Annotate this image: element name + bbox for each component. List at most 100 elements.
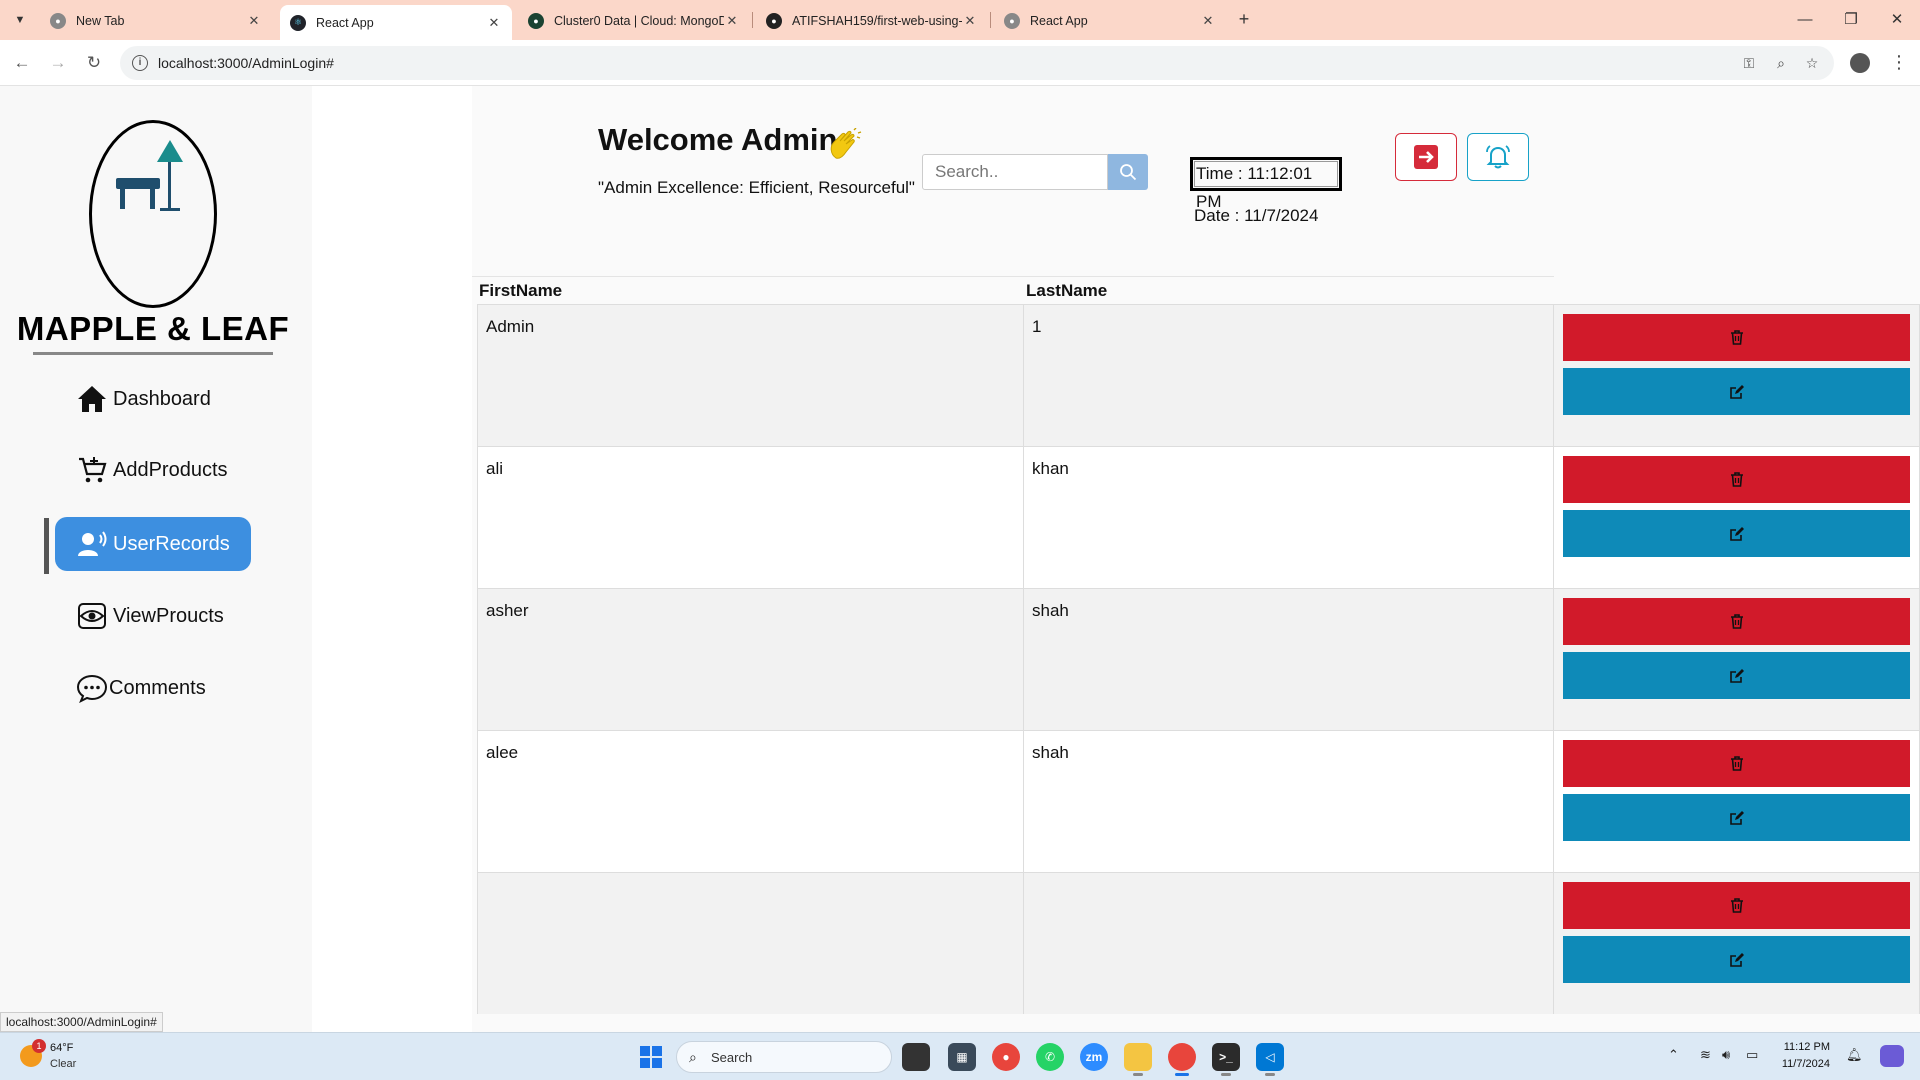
wifi-icon[interactable]: ≋ xyxy=(1700,1047,1711,1063)
taskbar-search[interactable]: ⌕ Search xyxy=(676,1041,892,1073)
sidebar-item-userrecords[interactable]: UserRecords xyxy=(55,517,251,571)
minimize-icon[interactable]: — xyxy=(1782,8,1828,32)
clock-time: Time : 11:12:01 PM xyxy=(1190,157,1342,211)
whatsapp-icon[interactable]: ✆ xyxy=(1036,1043,1064,1071)
sidebar-item-viewproducts[interactable]: ViewProucts xyxy=(55,589,251,643)
logo-lamp-base xyxy=(160,208,180,211)
delete-button[interactable] xyxy=(1563,882,1910,929)
delete-button[interactable] xyxy=(1563,598,1910,645)
logo-table-leg xyxy=(150,189,155,209)
sidebar-item-dashboard[interactable]: Dashboard xyxy=(55,372,251,426)
trash-icon xyxy=(1730,330,1743,345)
tab-close-icon[interactable]: ✕ xyxy=(1200,13,1216,29)
browser-tab-active[interactable]: ⚛ React App ✕ xyxy=(280,5,512,40)
cell-actions xyxy=(1554,730,1920,872)
system-clock-time[interactable]: 11:12 PM xyxy=(1780,1041,1830,1053)
cell-actions xyxy=(1554,872,1920,1014)
trash-icon xyxy=(1730,614,1743,629)
tab-separator xyxy=(752,12,753,28)
zoom-icon[interactable]: ⌕ xyxy=(1772,54,1790,72)
sidebar-item-label: Comments xyxy=(109,676,206,699)
volume-icon[interactable]: 🔊︎ xyxy=(1722,1047,1730,1063)
cell-lastname: shah xyxy=(1024,730,1554,872)
chrome-active-icon[interactable] xyxy=(1168,1043,1196,1076)
tab-close-icon[interactable]: ✕ xyxy=(486,15,502,31)
url-omnibox[interactable]: i localhost:3000/AdminLogin# ⚿ ⌕ ☆ xyxy=(120,46,1834,80)
delete-button[interactable] xyxy=(1563,740,1910,787)
zoom-app-icon[interactable]: zm xyxy=(1080,1043,1108,1071)
tab-title: React App xyxy=(316,15,374,30)
edit-icon xyxy=(1729,526,1744,541)
brand-title: MAPPLE & LEAF xyxy=(16,310,290,347)
url-text[interactable]: localhost:3000/AdminLogin# xyxy=(158,55,334,71)
main-content: Welcome Admin "Admin Excellence: Efficie… xyxy=(472,86,1920,1032)
file-explorer-icon[interactable] xyxy=(1124,1043,1152,1076)
terminal-icon[interactable]: >_ xyxy=(1212,1043,1240,1076)
reload-icon[interactable]: ↻ xyxy=(82,51,106,75)
weather-temperature[interactable]: 64°F xyxy=(50,1042,73,1054)
logout-button[interactable] xyxy=(1395,133,1457,181)
sidebar-item-comments[interactable]: Comments xyxy=(55,661,251,715)
calculator-icon[interactable]: ▦ xyxy=(948,1043,976,1071)
vscode-icon[interactable]: ◁ xyxy=(1256,1043,1284,1076)
battery-icon[interactable]: ▭ xyxy=(1746,1047,1758,1063)
close-window-icon[interactable]: ✕ xyxy=(1874,8,1920,32)
edit-icon xyxy=(1729,952,1744,967)
active-indicator xyxy=(44,518,49,574)
task-view-icon[interactable] xyxy=(902,1043,930,1071)
delete-button[interactable] xyxy=(1563,314,1910,361)
tab-close-icon[interactable]: ✕ xyxy=(962,13,978,29)
home-icon xyxy=(75,384,109,414)
browser-tab[interactable]: ● New Tab ✕ xyxy=(40,5,272,37)
trash-icon xyxy=(1730,898,1743,913)
chrome-icon[interactable]: ● xyxy=(992,1043,1020,1071)
sidebar-item-addproducts[interactable]: AddProducts xyxy=(55,443,251,497)
copilot-icon[interactable] xyxy=(1880,1045,1904,1067)
edit-button[interactable] xyxy=(1563,794,1910,841)
react-icon: ⚛ xyxy=(290,14,306,31)
back-arrow-icon[interactable]: ← xyxy=(10,51,34,75)
browser-tab-strip: ▼ ● New Tab ✕ ⚛ React App ✕ ● Cluster0 D… xyxy=(0,0,1920,40)
page-viewport: MAPPLE & LEAF Dashboard AddProducts User… xyxy=(0,86,1920,1032)
profile-avatar[interactable] xyxy=(1850,53,1870,73)
windows-start-icon[interactable] xyxy=(640,1046,662,1068)
table-row: asher shah xyxy=(477,588,1920,730)
column-header-lastname: LastName xyxy=(1026,281,1108,300)
weather-condition[interactable]: Clear xyxy=(50,1058,76,1070)
table-row xyxy=(477,872,1920,1014)
password-key-icon[interactable]: ⚿ xyxy=(1740,54,1758,72)
cell-actions xyxy=(1554,446,1920,588)
browser-menu-icon[interactable]: ⋮ xyxy=(1890,52,1908,72)
cell-lastname xyxy=(1024,872,1554,1014)
cell-firstname xyxy=(477,872,1024,1014)
edit-button[interactable] xyxy=(1563,510,1910,557)
bookmark-star-icon[interactable]: ☆ xyxy=(1803,54,1821,72)
browser-tab[interactable]: ● Cluster0 Data | Cloud: MongoD ✕ xyxy=(518,5,750,37)
tab-search-dropdown-icon[interactable]: ▼ xyxy=(8,8,32,32)
browser-tab[interactable]: ● ATIFSHAH159/first-web-using- ✕ xyxy=(756,5,988,37)
edit-button[interactable] xyxy=(1563,652,1910,699)
cell-actions xyxy=(1554,304,1920,446)
new-tab-plus-icon[interactable]: + xyxy=(1232,8,1256,32)
delete-button[interactable] xyxy=(1563,456,1910,503)
table-row: alee shah xyxy=(477,730,1920,872)
trash-icon xyxy=(1730,472,1743,487)
link-status-tooltip: localhost:3000/AdminLogin# xyxy=(0,1012,163,1032)
search-button[interactable] xyxy=(1108,154,1148,190)
tab-close-icon[interactable]: ✕ xyxy=(246,13,262,29)
notification-bell-icon[interactable]: 🔔︎ xyxy=(1846,1047,1863,1063)
browser-tab[interactable]: ● React App ✕ xyxy=(994,5,1226,37)
logout-arrow-icon xyxy=(1414,145,1438,169)
forward-arrow-icon[interactable]: → xyxy=(46,51,70,75)
tray-overflow-chevron-icon[interactable]: ⌃ xyxy=(1668,1047,1679,1063)
tab-title: ATIFSHAH159/first-web-using- xyxy=(792,14,962,28)
search-input[interactable] xyxy=(922,154,1108,190)
tab-close-icon[interactable]: ✕ xyxy=(724,13,740,29)
site-info-icon[interactable]: i xyxy=(132,55,148,71)
edit-button[interactable] xyxy=(1563,936,1910,983)
table-row: ali khan xyxy=(477,446,1920,588)
restore-icon[interactable]: ❐ xyxy=(1828,8,1874,32)
system-clock-date[interactable]: 11/7/2024 xyxy=(1772,1058,1830,1070)
notifications-button[interactable] xyxy=(1467,133,1529,181)
edit-button[interactable] xyxy=(1563,368,1910,415)
